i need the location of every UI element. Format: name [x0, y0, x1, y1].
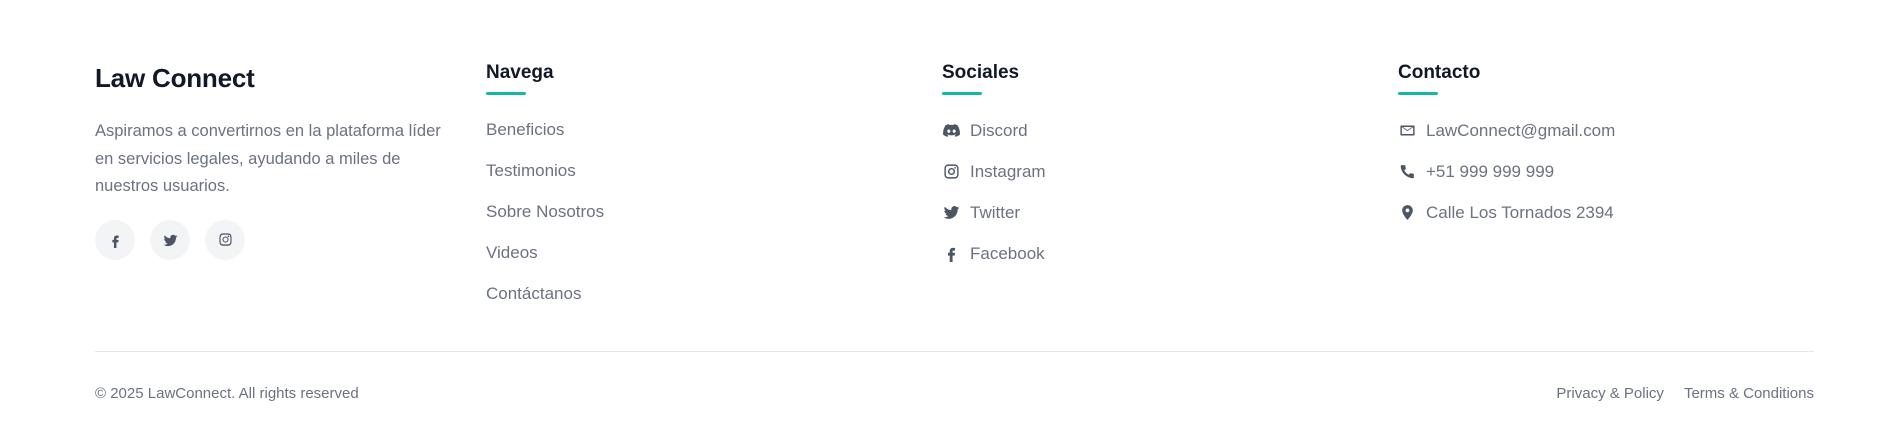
phone-icon — [1398, 163, 1416, 181]
contact-phone[interactable]: +51 999 999 999 — [1398, 151, 1615, 192]
contact-address[interactable]: Calle Los Tornados 2394 — [1398, 192, 1615, 233]
social-link-label: Discord — [970, 120, 1028, 140]
contact-email[interactable]: LawConnect@gmail.com — [1398, 110, 1615, 151]
instagram-icon — [218, 232, 232, 246]
contact-heading-underline — [1398, 92, 1438, 95]
nav-link-videos[interactable]: Videos — [486, 232, 604, 273]
copyright-text: © 2025 LawConnect. All rights reserved — [95, 385, 359, 402]
social-heading-underline — [942, 92, 982, 95]
social-link-facebook[interactable]: Facebook — [942, 233, 1046, 274]
instagram-icon — [942, 163, 960, 181]
nav-link-beneficios[interactable]: Beneficios — [486, 109, 604, 150]
contact-address-label: Calle Los Tornados 2394 — [1426, 202, 1614, 222]
twitter-circle-button[interactable] — [150, 220, 190, 260]
legal-links: Privacy & Policy Terms & Conditions — [1556, 385, 1814, 402]
discord-icon — [942, 122, 960, 140]
twitter-icon — [163, 234, 177, 246]
social-heading: Sociales — [942, 62, 1020, 83]
social-link-twitter[interactable]: Twitter — [942, 192, 1046, 233]
nav-heading-underline — [486, 92, 526, 95]
facebook-circle-button[interactable] — [95, 220, 135, 260]
contact-info-list: LawConnect@gmail.com +51 999 999 999 Cal… — [1398, 110, 1615, 233]
social-link-label: Twitter — [970, 202, 1021, 222]
facebook-icon — [942, 245, 960, 263]
contact-heading: Contacto — [1398, 62, 1481, 83]
nav-link-list: Beneficios Testimonios Sobre Nosotros Vi… — [486, 109, 604, 314]
social-circle-buttons — [95, 220, 245, 260]
social-link-discord[interactable]: Discord — [942, 110, 1046, 151]
contact-email-label: LawConnect@gmail.com — [1426, 120, 1616, 140]
map-pin-icon — [1398, 204, 1416, 222]
social-link-label: Facebook — [970, 243, 1045, 263]
nav-link-sobre-nosotros[interactable]: Sobre Nosotros — [486, 191, 604, 232]
envelope-icon — [1398, 122, 1416, 140]
social-link-list: Discord Instagram Twitter Facebook — [942, 110, 1046, 274]
social-link-instagram[interactable]: Instagram — [942, 151, 1046, 192]
contact-phone-label: +51 999 999 999 — [1426, 161, 1555, 181]
brand-description: Aspiramos a convertirnos en la plataform… — [95, 122, 441, 195]
facebook-icon — [111, 235, 119, 248]
site-footer: Law Connect Aspiramos a convertirnos en … — [0, 0, 1904, 433]
nav-link-testimonios[interactable]: Testimonios — [486, 150, 604, 191]
brand-title: Law Connect — [95, 63, 255, 93]
twitter-icon — [942, 204, 960, 222]
nav-heading: Navega — [486, 62, 554, 83]
social-link-label: Instagram — [970, 161, 1046, 181]
nav-link-contactanos[interactable]: Contáctanos — [486, 273, 604, 314]
instagram-circle-button[interactable] — [205, 220, 245, 260]
footer-divider — [95, 351, 1814, 352]
privacy-policy-link[interactable]: Privacy & Policy — [1556, 385, 1664, 402]
terms-conditions-link[interactable]: Terms & Conditions — [1684, 385, 1814, 402]
